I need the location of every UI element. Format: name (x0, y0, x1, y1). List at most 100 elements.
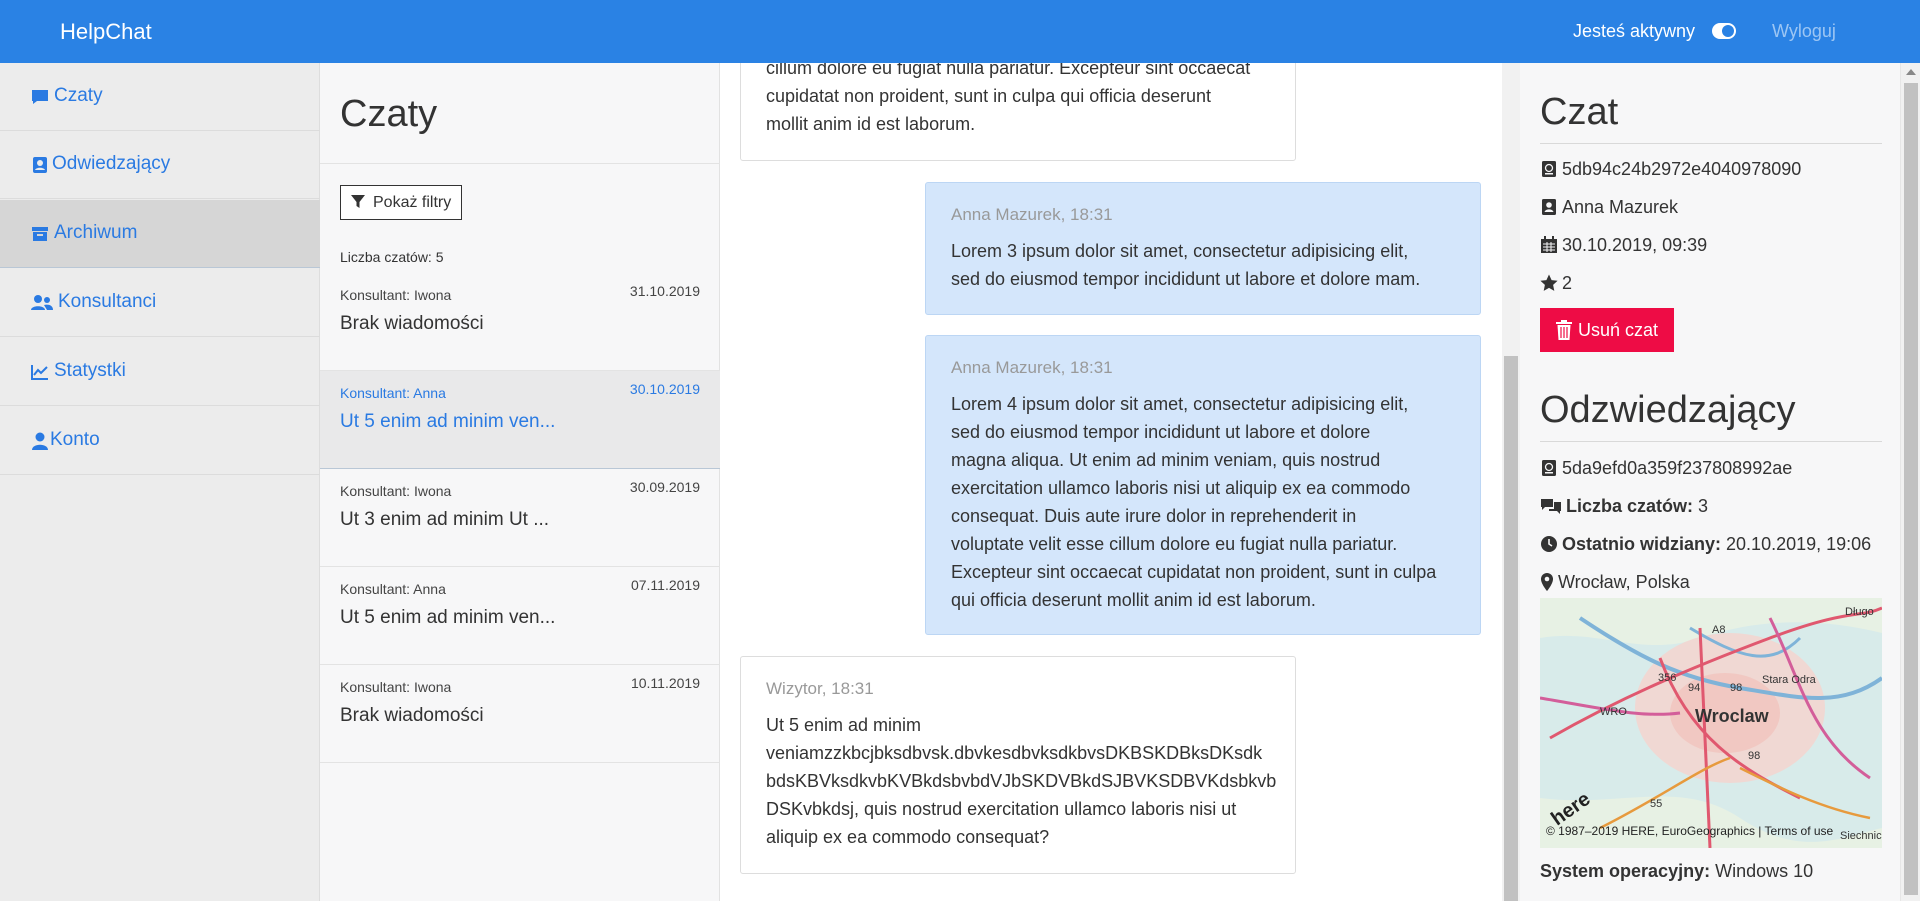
consultant-name: Konsultant: Iwona (340, 483, 452, 499)
delete-chat-button[interactable]: Usuń czat (1540, 308, 1674, 352)
last-seen-value: 20.10.2019, 19:06 (1726, 534, 1872, 554)
sidebar-item-label: Konto (50, 429, 100, 450)
message-line: bdsKBVksdkvbKVBkdsbvbdVJbSKDVBkdSJBVKSDB… (766, 771, 1277, 791)
message-line: consequat. Duis aute irure dolor in repr… (951, 506, 1357, 526)
divider (1540, 143, 1882, 144)
os-value: Windows 10 (1715, 861, 1814, 881)
message-line: cupidatat non proident, sunt in culpa qu… (766, 86, 1211, 106)
sidebar-item-account[interactable]: Konto (0, 407, 320, 475)
address-card-icon (1542, 199, 1556, 215)
chat-count: Liczba czatów: 5 (340, 249, 444, 265)
visitor-id: 5da9efd0a359f237808992ae (1562, 458, 1793, 478)
map-label: 55 (1650, 798, 1663, 810)
chat-count-value: 3 (1698, 496, 1709, 516)
chat-list-item[interactable]: Konsultant: Anna 07.11.2019 Ut 5 enim ad… (320, 567, 720, 665)
os-label: System operacyjny: (1540, 861, 1711, 881)
active-toggle[interactable] (1712, 23, 1736, 39)
message-line: sed do eiusmod tempor incididunt ut labo… (951, 422, 1371, 442)
chat-id-row: 5db94c24b2972e4040978090 (1540, 159, 1801, 180)
messages-scrollbar[interactable] (1502, 63, 1520, 901)
map-marker-icon (1541, 573, 1553, 591)
scrollbar-thumb[interactable] (1504, 356, 1518, 901)
chat-icon (32, 90, 48, 104)
users-icon (31, 295, 53, 310)
message-agent: Anna Mazurek, 18:31 Lorem 3 ipsum dolor … (925, 182, 1481, 315)
trash-icon (1556, 320, 1572, 340)
messages-area[interactable]: cillum dolore eu fugiat nulla pariatur. … (720, 63, 1502, 901)
sidebar-item-archive[interactable]: Archiwum (0, 200, 320, 268)
scroll-up-icon[interactable] (1906, 69, 1916, 75)
chat-list-item-selected[interactable]: Konsultant: Anna 30.10.2019 Ut 5 enim ad… (320, 371, 720, 469)
chat-list-item[interactable]: Konsultant: Iwona 31.10.2019 Brak wiadom… (320, 273, 720, 371)
sidebar-item-label: Odwiedzający (52, 153, 171, 174)
status-label: Jesteś aktywny (1573, 21, 1696, 41)
divider (320, 163, 720, 164)
message-meta: Anna Mazurek, 18:31 (951, 358, 1113, 377)
logout-link[interactable]: Wyloguj (1772, 21, 1836, 42)
chat-rating: 2 (1562, 273, 1573, 293)
last-seen-label: Ostatnio widziany: (1562, 534, 1722, 554)
message-meta: Wizytor, 18:31 (766, 679, 874, 698)
chat-id: 5db94c24b2972e4040978090 (1562, 159, 1802, 179)
message-line: DSKvbkdsj, quis nostrud exercitation ull… (766, 799, 1237, 819)
archive-icon (32, 227, 48, 241)
sidebar-item-consultants[interactable]: Konsultanci (0, 269, 320, 337)
chat-date: 31.10.2019 (629, 283, 700, 299)
address-card-icon (33, 157, 47, 173)
message-line: Excepteur sint occaecat cupidatat non pr… (951, 562, 1437, 582)
toggle-knob (1722, 25, 1734, 37)
sidebar-item-visitors[interactable]: Odwiedzający (0, 131, 320, 199)
message-line: Ut 5 enim ad minim (766, 715, 922, 735)
chat-date: 07.11.2019 (630, 577, 700, 593)
calendar-icon (1541, 236, 1557, 253)
map-label: 98 (1748, 750, 1761, 762)
visitor-chat-count-row: Liczba czatów: 3 (1540, 496, 1708, 517)
chat-list-item[interactable]: Konsultant: Iwona 10.11.2019 Brak wiadom… (320, 665, 720, 763)
message-line: magna aliqua. Ut enim ad minim veniam, q… (951, 450, 1381, 470)
divider (1540, 441, 1882, 442)
chat-rating-row: 2 (1540, 273, 1572, 294)
sidebar-item-stats[interactable]: Statystki (0, 338, 320, 406)
chat-count-label: Liczba czatów: (1566, 496, 1694, 516)
message-line: voluptate velit esse cillum dolore eu fu… (951, 534, 1398, 554)
message-line: Lorem 4 ipsum dolor sit amet, consectetu… (951, 394, 1409, 414)
sidebar-item-chats[interactable]: Czaty (0, 63, 320, 131)
message-line: mollit anim id est laborum. (766, 114, 976, 134)
sidebar-item-label: Archiwum (54, 222, 138, 243)
chat-date: 10.11.2019 (630, 675, 700, 691)
comments-icon (1541, 499, 1561, 514)
chat-details-title: Czat (1540, 91, 1619, 133)
map-label: Długo (1845, 606, 1874, 618)
passport-icon (1542, 161, 1556, 177)
show-filters-label: Pokaż filtry (373, 194, 452, 211)
message-visitor: cillum dolore eu fugiat nulla pariatur. … (740, 63, 1296, 161)
message-line: cillum dolore eu fugiat nulla pariatur. … (766, 63, 1251, 78)
chat-date-row: 30.10.2019, 09:39 (1540, 235, 1707, 256)
map-label: Stara Odra (1762, 674, 1816, 686)
sidebar: Czaty Odwiedzający Archiwum Konsultanci … (0, 63, 320, 901)
visitor-details-title: Odzwiedzający (1540, 389, 1796, 431)
map-label: WRO (1600, 706, 1627, 718)
brand-logo[interactable]: HelpChat (60, 19, 152, 45)
scrollbar-thumb[interactable] (1904, 83, 1918, 895)
chat-list-item[interactable]: Konsultant: Iwona 30.09.2019 Ut 3 enim a… (320, 469, 720, 567)
chat-date: 30.09.2019 (629, 479, 700, 495)
filter-icon (351, 195, 365, 208)
chart-line-icon (31, 365, 48, 380)
chat-list-title: Czaty (340, 93, 438, 135)
sidebar-item-label: Konsultanci (58, 291, 157, 312)
map-label: 356 (1658, 672, 1677, 684)
chat-preview: Brak wiadomości (340, 313, 484, 334)
map-attribution[interactable]: © 1987–2019 HERE, EuroGeographics | Term… (1546, 824, 1833, 838)
show-filters-button[interactable]: Pokaż filtry (340, 185, 462, 220)
consultant-name: Konsultant: Anna (340, 385, 446, 401)
message-line: veniamzzkbcjbksdbvsk.dbvkesdbvksdkbvsDKB… (766, 743, 1263, 763)
chat-preview: Ut 5 enim ad minim ven... (340, 607, 556, 628)
location-map[interactable]: Długo Stara Odra WRO Siechnice A8 356 94… (1540, 598, 1882, 848)
map-label: Siechnice (1840, 830, 1882, 842)
visitor-location-row: Wrocław, Polska (1540, 572, 1690, 593)
page-scrollbar[interactable] (1900, 63, 1920, 901)
map-label: A8 (1712, 624, 1726, 636)
chat-date: 30.10.2019 (629, 381, 700, 397)
map-label: 94 (1688, 682, 1701, 694)
